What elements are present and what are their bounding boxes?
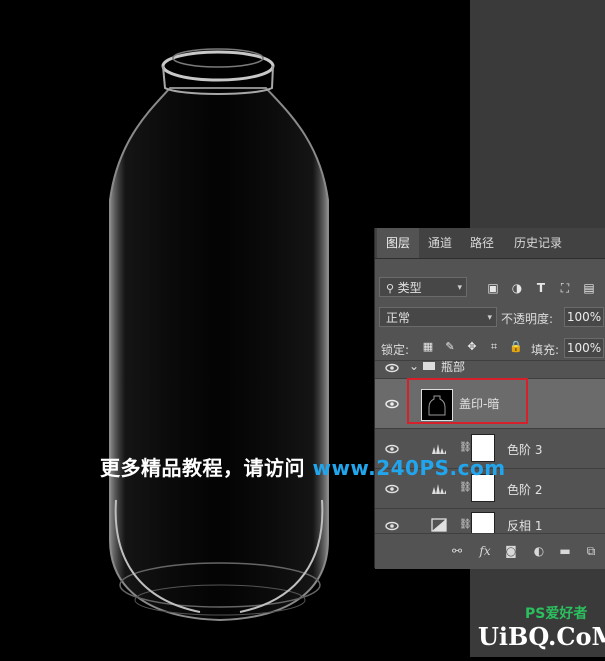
layers-panel: 图层 通道 路径 历史记录 ⚲ 类型 ▾ ▣ ◑ T ⛶ ▤ 正常 ▾ 不透明度…	[374, 228, 605, 569]
lock-all-icon[interactable]: 🔒	[509, 340, 523, 354]
search-icon: ⚲	[386, 282, 398, 295]
chevron-down-icon[interactable]: ⌄	[409, 361, 419, 373]
chain-link-icon[interactable]: ⛓	[459, 481, 472, 495]
mask-thumbnail[interactable]	[471, 512, 495, 534]
fx-icon[interactable]: fx	[477, 544, 493, 558]
layer-row-invert-1[interactable]: ⛓ 反相 1	[375, 508, 605, 534]
layer-name: 色阶 3	[507, 443, 543, 457]
layer-name: 反相 1	[507, 519, 543, 533]
shape-filter-icon[interactable]: ⛶	[557, 280, 573, 296]
layer-name: 色阶 2	[507, 483, 543, 497]
opacity-input[interactable]: 100%	[564, 307, 604, 327]
fill-label: 填充:	[531, 343, 560, 357]
text-filter-icon[interactable]: T	[533, 280, 549, 296]
blend-mode-select[interactable]: 正常 ▾	[379, 307, 497, 327]
eye-icon[interactable]	[385, 399, 399, 409]
promo-caption: 更多精品教程，请访问 www.240PS.com	[100, 452, 506, 481]
watermark-sub: PS爱好者	[525, 606, 588, 622]
link-icon[interactable]: ⚯	[449, 544, 465, 558]
lock-position-icon[interactable]: ✥	[465, 340, 479, 354]
mask-icon[interactable]: ◙	[503, 544, 519, 558]
lock-artboard-icon[interactable]: ⌗	[487, 340, 501, 354]
promo-url[interactable]: www.240PS.com	[312, 456, 505, 480]
chevron-down-icon: ▾	[487, 313, 492, 323]
folder-icon[interactable]: ▬	[557, 544, 573, 558]
lock-transparent-icon[interactable]: ▦	[421, 340, 435, 354]
tab-layers[interactable]: 图层	[377, 228, 419, 258]
tab-channels[interactable]: 通道	[419, 228, 461, 258]
lock-label: 锁定:	[381, 343, 410, 357]
eye-icon[interactable]	[385, 521, 399, 531]
eye-icon[interactable]	[385, 484, 399, 494]
levels-icon	[432, 484, 446, 494]
chain-link-icon[interactable]: ⛓	[459, 518, 472, 532]
lock-brush-icon[interactable]: ✎	[443, 340, 457, 354]
layer-group-row[interactable]: ⌄ 瓶部	[375, 360, 605, 379]
tab-paths[interactable]: 路径	[461, 228, 503, 258]
group-name: 瓶部	[441, 360, 466, 374]
new-layer-icon[interactable]: ⧉	[583, 544, 599, 558]
eye-icon[interactable]	[385, 363, 399, 373]
smart-object-filter-icon[interactable]: ▤	[581, 280, 597, 296]
panel-tab-bar: 图层 通道 路径 历史记录	[375, 228, 605, 259]
tab-history[interactable]: 历史记录	[503, 228, 573, 258]
fill-input[interactable]: 100%	[564, 338, 604, 358]
adjustment-icon[interactable]: ◐	[531, 544, 547, 558]
watermark-logo: UiBQ.CoM	[478, 622, 605, 651]
filter-kind-label: 类型	[397, 281, 422, 295]
invert-icon	[431, 518, 447, 532]
selection-highlight	[407, 378, 528, 424]
promo-text: 更多精品教程，请访问	[100, 456, 313, 480]
layers-panel-footer: ⚯ fx ◙ ◐ ▬ ⧉	[375, 533, 605, 569]
folder-icon	[423, 362, 435, 370]
blend-mode-value: 正常	[386, 311, 411, 325]
chevron-down-icon: ▾	[457, 283, 462, 293]
layer-row-stamp-dark[interactable]: 盖印-暗	[375, 378, 605, 429]
opacity-label: 不透明度:	[501, 312, 554, 326]
filter-kind-select[interactable]: ⚲ 类型 ▾	[379, 277, 467, 297]
image-filter-icon[interactable]: ▣	[485, 280, 501, 296]
adjustment-filter-icon[interactable]: ◑	[509, 280, 525, 296]
